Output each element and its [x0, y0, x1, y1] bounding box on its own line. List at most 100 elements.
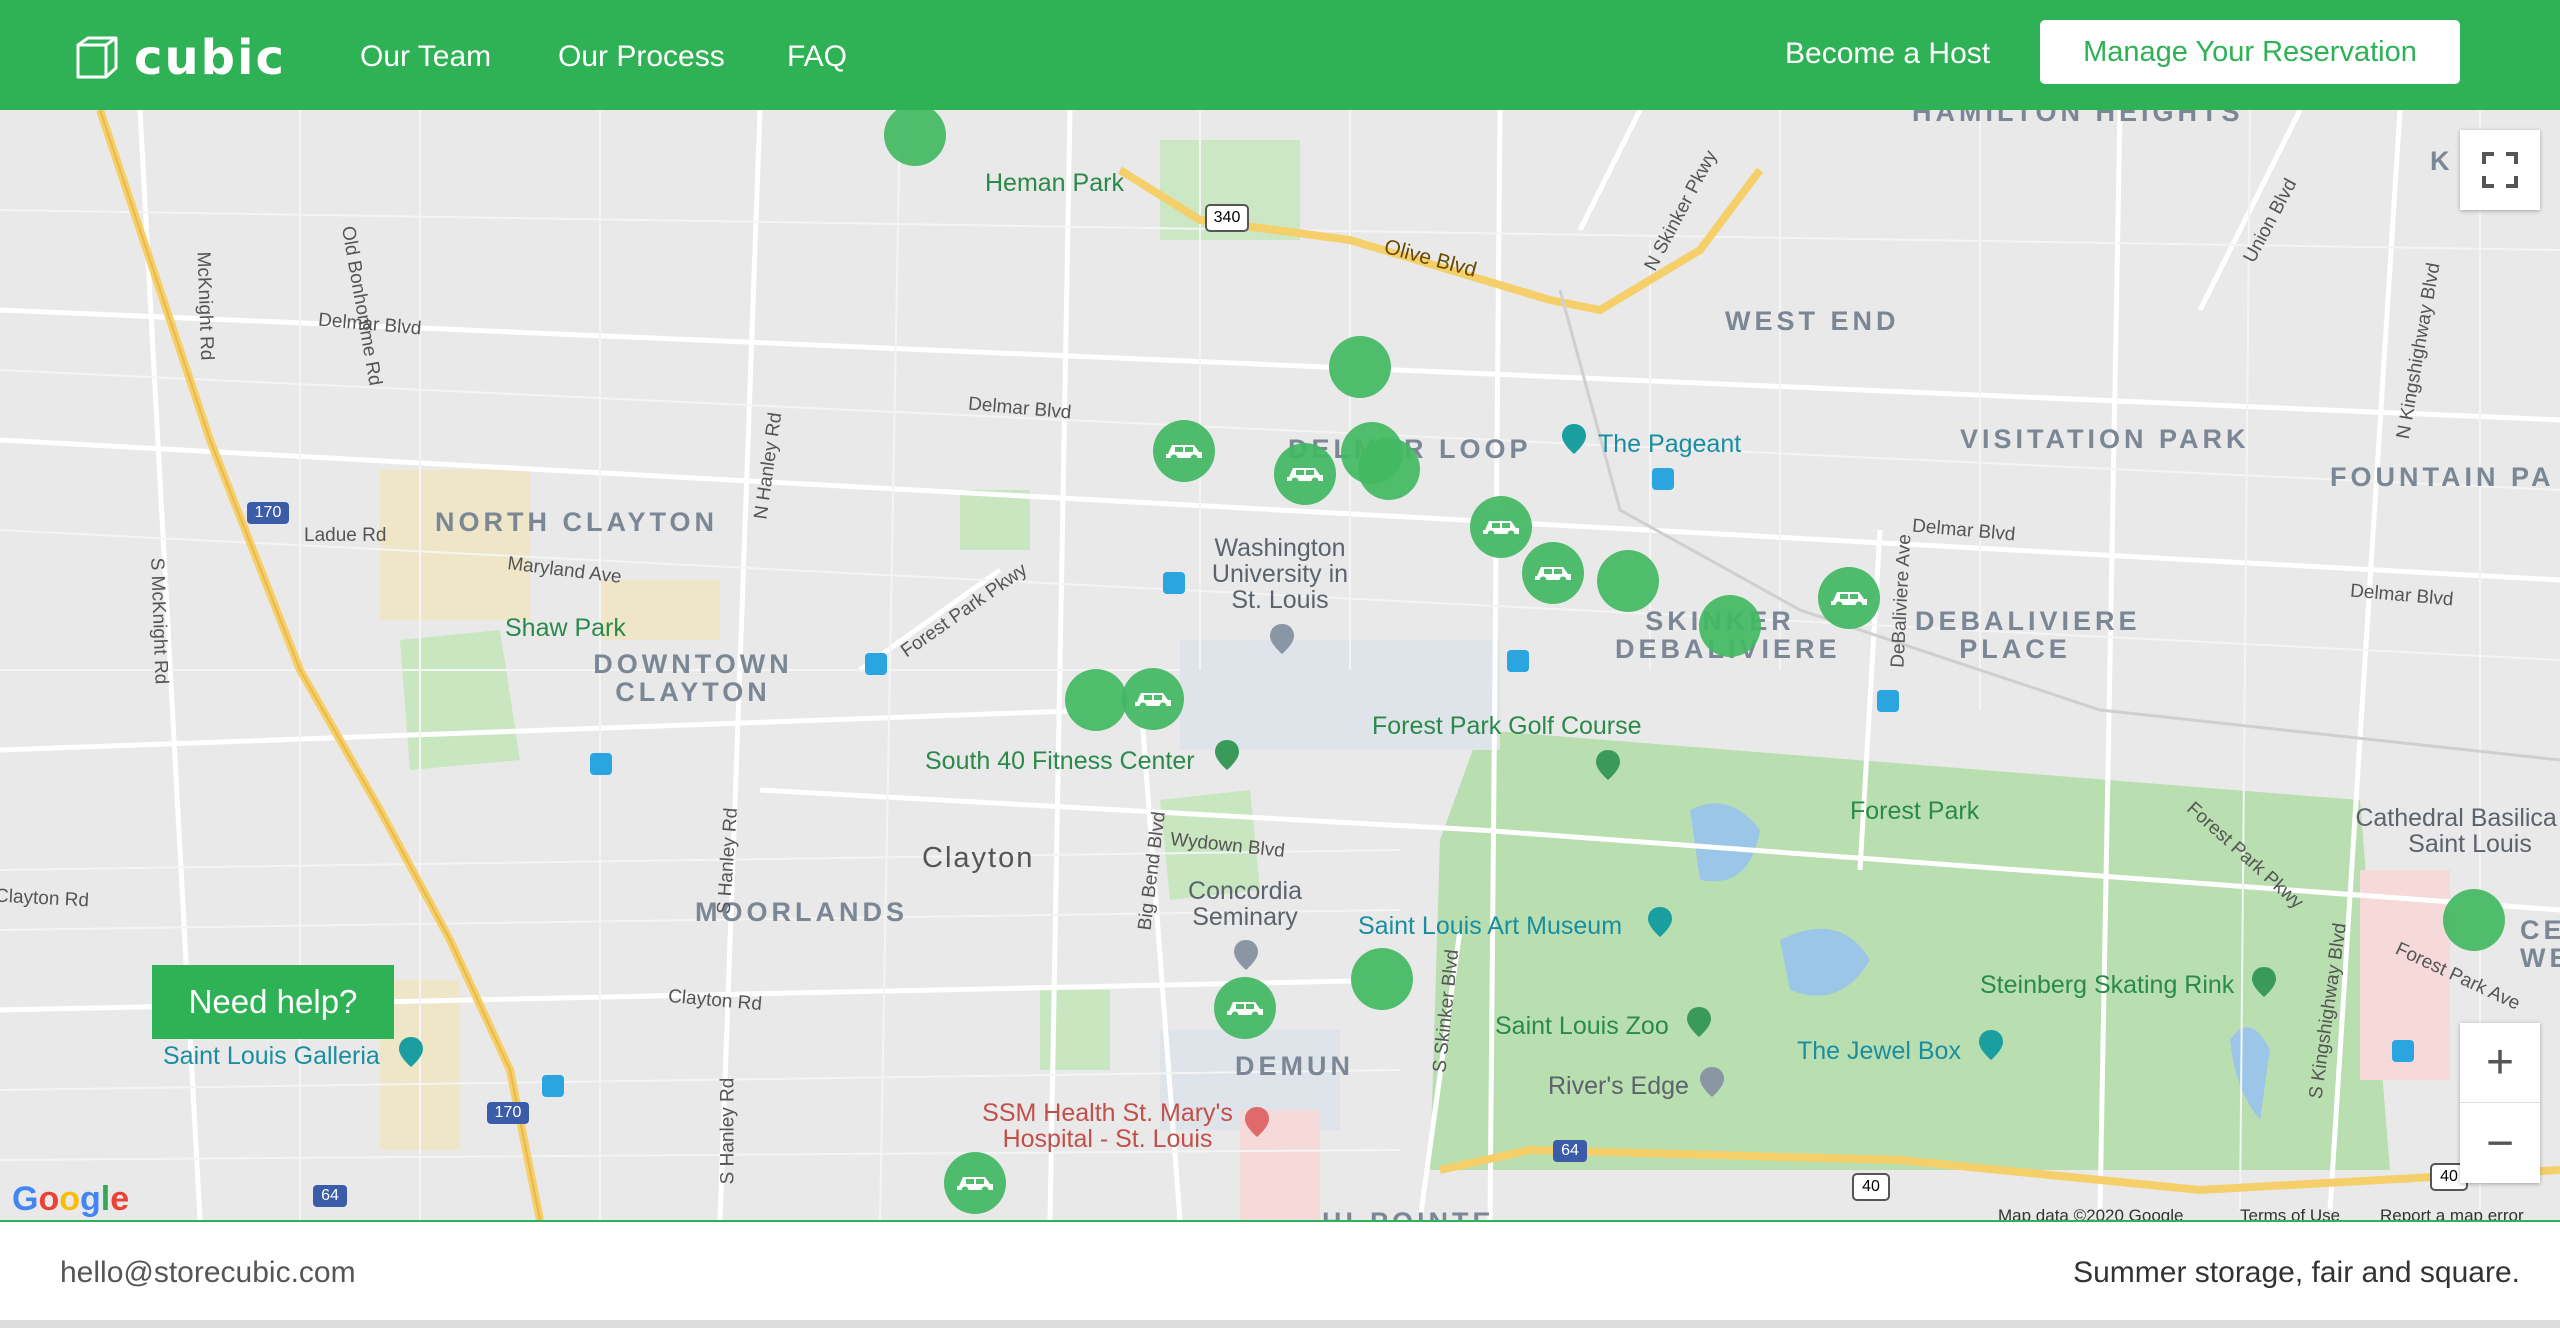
highway-shield-40-west: 40	[1852, 1173, 1890, 1201]
museum-pin-icon	[1648, 907, 1672, 937]
car-location-marker[interactable]	[1214, 977, 1276, 1039]
fitness-pin-icon	[1215, 740, 1239, 770]
rivers-edge-pin-icon	[1700, 1067, 1724, 1097]
car-icon	[1287, 468, 1323, 485]
car-location-marker[interactable]	[1153, 420, 1215, 482]
place-the-jewel-box: The Jewel Box	[1797, 1037, 1961, 1065]
zoom-out-button[interactable]: −	[2460, 1103, 2540, 1183]
street-s-hanley-rd-south: S Hanley Rd	[717, 1077, 739, 1185]
highway-shield-170-north: 170	[247, 502, 289, 524]
car-location-marker[interactable]	[1274, 443, 1336, 505]
theater-pin-icon	[1562, 424, 1586, 454]
storage-location-marker[interactable]	[2443, 889, 2505, 951]
neighborhood-hi-pointe: HI-POINTE	[1322, 1208, 1495, 1220]
neighborhood-downtown-clayton: DOWNTOWN CLAYTON	[593, 649, 793, 707]
golf-pin-icon	[1596, 750, 1620, 780]
place-concordia-seminary: Concordia Seminary	[1188, 877, 1302, 931]
nav-faq[interactable]: FAQ	[787, 40, 847, 74]
place-saint-louis-art-museum: Saint Louis Art Museum	[1358, 912, 1623, 940]
storage-location-marker[interactable]	[1351, 948, 1413, 1010]
manage-reservation-button[interactable]: Manage Your Reservation	[2040, 20, 2460, 84]
storage-location-marker[interactable]	[1699, 595, 1761, 657]
fullscreen-button[interactable]	[2460, 130, 2540, 210]
street-ladue-rd: Ladue Rd	[304, 525, 387, 546]
street-mcknight-rd: McKnight Rd	[192, 251, 218, 361]
seminary-pin-icon	[1234, 940, 1258, 970]
car-location-marker[interactable]	[1470, 496, 1532, 558]
cube-logo-icon	[76, 36, 118, 79]
nav-our-process[interactable]: Our Process	[558, 40, 725, 74]
car-icon	[1166, 445, 1202, 462]
place-steinberg-skating-rink: Steinberg Skating Rink	[1980, 971, 2235, 999]
neighborhood-hamilton-heights: HAMILTON HEIGHTS	[1912, 110, 2244, 126]
storage-location-marker[interactable]	[1597, 550, 1659, 612]
neighborhood-label: HAMILTON HEIGHTS	[1912, 110, 2244, 127]
metro-station-icon	[1507, 650, 1529, 672]
zoom-in-button[interactable]: +	[2460, 1023, 2540, 1103]
neighborhood-west-end: WEST END	[1725, 306, 1900, 336]
place-rivers-edge: River's Edge	[1548, 1072, 1689, 1100]
car-icon	[1831, 592, 1867, 609]
neighborhood-fountain-park: FOUNTAIN PA	[2330, 462, 2555, 492]
metro-station-icon	[865, 653, 887, 675]
neighborhood-central-west-end: CEN WES	[2520, 915, 2560, 973]
place-ssm-health-hospital: SSM Health St. Mary's Hospital - St. Lou…	[982, 1099, 1233, 1153]
place-forest-park-golf-course: Forest Park Golf Course	[1372, 712, 1642, 740]
metro-station-icon	[542, 1075, 564, 1097]
cubic-logo[interactable]: cubic	[74, 30, 286, 86]
place-cathedral-basilica: Cathedral Basilica of Saint Louis	[2355, 804, 2560, 858]
university-pin-icon	[1270, 624, 1294, 654]
page-bottom-strip	[0, 1320, 2560, 1328]
skating-pin-icon	[2252, 967, 2276, 997]
place-south-40-fitness: South 40 Fitness Center	[925, 747, 1195, 775]
fullscreen-icon	[2482, 152, 2518, 188]
car-icon	[1483, 521, 1519, 538]
storage-location-marker[interactable]	[1065, 669, 1127, 731]
car-location-marker[interactable]	[1122, 668, 1184, 730]
jewel-box-pin-icon	[1979, 1030, 2003, 1060]
car-icon	[1135, 693, 1171, 710]
city-clayton: Clayton	[922, 842, 1035, 874]
metro-station-icon	[1652, 468, 1674, 490]
car-location-marker[interactable]	[1522, 542, 1584, 604]
place-washington-university: Washington University in St. Louis	[1211, 534, 1349, 614]
car-location-marker[interactable]	[944, 1152, 1006, 1214]
street-clayton-rd-west: Clayton Rd	[0, 885, 90, 912]
place-forest-park: Forest Park	[1850, 797, 1980, 825]
highway-shield-64-east: 64	[1553, 1140, 1587, 1162]
map-canvas[interactable]: HAMILTON HEIGHTS WEST END DELMAR LOOP VI…	[0, 110, 2560, 1220]
hospital-pin-icon	[1245, 1107, 1269, 1137]
metro-station-icon	[590, 753, 612, 775]
place-heman-park: Heman Park	[985, 169, 1124, 197]
car-location-marker[interactable]	[1818, 567, 1880, 629]
report-map-error-link[interactable]: Report a map error	[2380, 1206, 2524, 1220]
place-saint-louis-zoo: Saint Louis Zoo	[1495, 1012, 1669, 1040]
shopping-pin-icon	[399, 1037, 423, 1067]
place-saint-louis-galleria: Saint Louis Galleria	[163, 1042, 380, 1070]
logo-text: cubic	[134, 30, 286, 86]
street-s-mcknight-rd: S McKnight Rd	[146, 557, 172, 685]
metro-station-icon	[1877, 690, 1899, 712]
nav-our-team[interactable]: Our Team	[360, 40, 491, 74]
car-icon	[1227, 1002, 1263, 1019]
car-icon	[1535, 567, 1571, 584]
terms-of-use-link[interactable]: Terms of Use	[2240, 1206, 2340, 1220]
place-shaw-park: Shaw Park	[505, 614, 626, 642]
top-nav-bar: cubic Our Team Our Process FAQ Become a …	[0, 0, 2560, 110]
need-help-button[interactable]: Need help?	[152, 965, 394, 1039]
become-a-host-link[interactable]: Become a Host	[1785, 37, 1990, 71]
highway-shield-340: 340	[1205, 204, 1249, 232]
zoom-control: + −	[2460, 1023, 2540, 1183]
footer: hello@storecubic.com Summer storage, fai…	[0, 1220, 2560, 1322]
contact-email[interactable]: hello@storecubic.com	[60, 1256, 356, 1290]
metro-station-icon	[1163, 572, 1185, 594]
google-logo[interactable]: Google	[12, 1180, 129, 1219]
storage-location-marker[interactable]	[1358, 438, 1420, 500]
car-icon	[957, 1177, 993, 1194]
neighborhood-debaliviere-place: DEBALIVIERE PLACE	[1915, 606, 2141, 664]
footer-slogan: Summer storage, fair and square.	[2073, 1256, 2520, 1289]
place-the-pageant: The Pageant	[1598, 430, 1742, 458]
neighborhood-demun: DEMUN	[1235, 1051, 1354, 1081]
storage-location-marker[interactable]	[1329, 336, 1391, 398]
neighborhood-visitation-park: VISITATION PARK	[1960, 424, 2250, 454]
